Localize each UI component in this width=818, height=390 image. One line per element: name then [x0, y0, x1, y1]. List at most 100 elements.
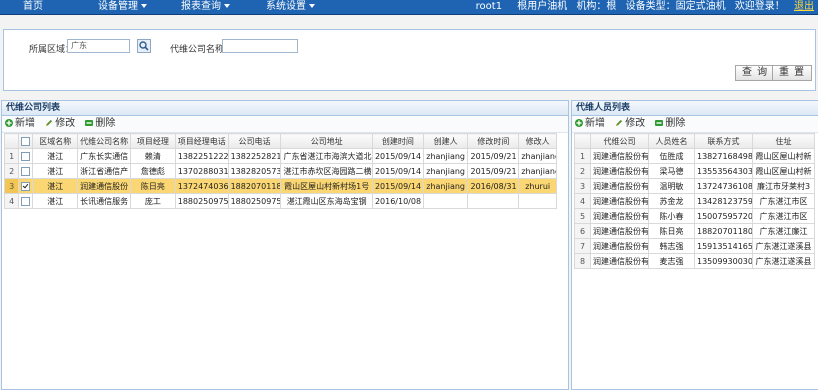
table-row[interactable]: 1 湛江广东长实通信赖清1382251222713822528217广东省湛江市海…: [3, 148, 557, 164]
table-cell: zhanjiang: [422, 148, 469, 164]
company-table-header: 区域名称 代维公司名称 项目经理 项目经理电话 公司电话 公司地址 创建时间 创…: [3, 133, 557, 149]
chevron-down-icon: [141, 4, 147, 8]
chevron-down-icon: [224, 4, 230, 8]
table-cell: 湛江: [32, 163, 79, 179]
table-cell: 伍胜成: [648, 148, 695, 164]
company-add-label: 新增: [15, 118, 35, 129]
column-header[interactable]: 代维公司名称: [77, 133, 132, 149]
username: root1: [475, 1, 503, 12]
row-checkbox-cell[interactable]: [18, 163, 34, 179]
row-number: 1: [574, 148, 591, 164]
column-header[interactable]: 项目经理电话: [174, 133, 229, 149]
table-cell: 湛江: [32, 193, 79, 209]
column-header[interactable]: 人员姓名: [648, 133, 695, 149]
table-row[interactable]: 4湛江长讯通信服务庞工1880250975518802509755湛江霞山区东海…: [3, 193, 557, 209]
table-row[interactable]: 5 润建通信股份有 陈小春 15007595720 广东湛江市区: [574, 208, 815, 224]
column-header[interactable]: 联系方式: [694, 133, 753, 149]
staff-add-button[interactable]: 新增: [575, 116, 605, 132]
select-all-checkbox[interactable]: [21, 136, 31, 146]
table-cell: 2016/10/08 1: [371, 193, 424, 209]
reset-button[interactable]: 重 置: [772, 65, 813, 81]
staff-edit-label: 修改: [625, 118, 646, 129]
table-cell: 18820701180: [227, 178, 282, 194]
region-search-button[interactable]: [137, 39, 151, 53]
row-number: 4: [3, 193, 20, 209]
select-all-header[interactable]: [18, 133, 34, 149]
table-row[interactable]: 7 润建通信股份有 韩志强 15913514165 广东湛江遂溪县: [574, 238, 815, 254]
row-checkbox-cell[interactable]: [18, 178, 34, 194]
row-number: 3: [3, 178, 20, 194]
table-row[interactable]: 8 润建通信股份有 麦志强 13509930030 广东湛江遂溪县: [574, 253, 815, 269]
table-cell: 润建通信股份有: [590, 148, 649, 164]
table-cell: 18802509755: [174, 193, 229, 209]
row-number: 2: [574, 163, 591, 179]
row-checkbox[interactable]: [21, 181, 31, 191]
company-add-button[interactable]: 新增: [5, 116, 35, 132]
table-cell: [518, 193, 557, 209]
nav-report-query[interactable]: 报表查询: [181, 0, 230, 14]
company-edit-label: 修改: [55, 118, 76, 129]
staff-edit-button[interactable]: 修改: [615, 116, 645, 132]
column-header[interactable]: 创建时间: [371, 133, 424, 149]
query-button[interactable]: 查 询: [735, 65, 776, 81]
column-header[interactable]: 住址: [752, 133, 815, 149]
column-header[interactable]: 创建人: [422, 133, 469, 149]
plus-icon: [575, 119, 583, 127]
table-cell: 2015/09/14 2: [371, 163, 424, 179]
table-cell: 詹德彪: [130, 163, 176, 179]
staff-table: 代维公司 人员姓名 联系方式 住址 1 润建通信股份有 伍胜成 13827168498…: [574, 133, 815, 269]
region-input[interactable]: 广东: [67, 39, 130, 53]
user-info: root1 根用户油机 机构：根 设备类型：固定式油机 欢迎登录！ 退出: [470, 0, 814, 14]
table-cell: 13553564303: [694, 163, 753, 179]
table-cell: 润建通信股份有: [590, 208, 649, 224]
nav-system-settings[interactable]: 系统设置: [266, 0, 315, 14]
row-number: 8: [574, 253, 591, 269]
minus-icon: [85, 120, 94, 126]
table-row[interactable]: 2 湛江浙江省通信产詹德彪1370288031613828205735湛江市赤坎区…: [3, 163, 557, 179]
user-role: 根用户油机: [517, 1, 568, 12]
company-delete-button[interactable]: 删除: [85, 116, 115, 132]
table-row[interactable]: 3 湛江润建通信股份陈日亮1372474036918820701180霞山区屋山村…: [3, 178, 557, 194]
table-cell: 陈日亮: [648, 223, 695, 239]
table-cell: 13828205735: [227, 163, 282, 179]
row-number: 4: [574, 193, 591, 209]
row-checkbox[interactable]: [21, 151, 31, 161]
table-cell: 润建通信股份有: [590, 178, 649, 194]
table-cell: 2015/09/21 2: [467, 148, 520, 164]
row-checkbox[interactable]: [21, 166, 31, 176]
staff-delete-button[interactable]: 删除: [655, 116, 685, 132]
row-number-header: [574, 133, 591, 149]
table-cell: 润建通信股份有: [590, 163, 649, 179]
table-row[interactable]: 4 润建通信股份有 苏金龙 13428123759 广东湛江市区: [574, 193, 815, 209]
row-checkbox-cell[interactable]: [18, 148, 34, 164]
column-header[interactable]: 代维公司: [590, 133, 649, 149]
company-edit-button[interactable]: 修改: [45, 116, 75, 132]
column-header[interactable]: 项目经理: [130, 133, 176, 149]
row-checkbox[interactable]: [21, 196, 31, 206]
table-cell: 广东湛江市区: [752, 193, 815, 209]
column-header[interactable]: 公司地址: [280, 133, 373, 149]
column-header[interactable]: 修改人: [518, 133, 557, 149]
table-row[interactable]: 2 润建通信股份有 梁马德 13553564303 霞山区屋山村新: [574, 163, 815, 179]
table-cell: 2015/09/21 2: [467, 163, 520, 179]
company-name-input[interactable]: [222, 39, 298, 53]
nav-device-management[interactable]: 设备管理: [98, 0, 147, 14]
row-number: 3: [574, 178, 591, 194]
nav-device-management-label: 设备管理: [98, 1, 138, 12]
column-header[interactable]: 区域名称: [32, 133, 79, 149]
row-checkbox-cell[interactable]: [18, 193, 34, 209]
minus-icon: [655, 120, 664, 126]
column-header[interactable]: 修改时间: [467, 133, 520, 149]
table-cell: 润建通信股份有: [590, 193, 649, 209]
column-header[interactable]: 公司电话: [227, 133, 282, 149]
nav-home[interactable]: 首页: [23, 0, 43, 14]
table-cell: 广东省湛江市海滨大道北100: [280, 148, 373, 164]
table-cell: 苏金龙: [648, 193, 695, 209]
logout-link[interactable]: 退出: [794, 1, 814, 12]
table-row[interactable]: 1 润建通信股份有 伍胜成 13827168498 霞山区屋山村新: [574, 148, 815, 164]
table-row[interactable]: 6 润建通信股份有 陈日亮 18820701180 广东湛江廉江: [574, 223, 815, 239]
company-list-title: 代维公司列表: [2, 101, 568, 116]
table-cell: 湛江霞山区东海岛宝钢: [280, 193, 373, 209]
table-row[interactable]: 3 润建通信股份有 温明敏 13724736108 廉江市牙莱村3: [574, 178, 815, 194]
pencil-icon: [46, 119, 53, 126]
